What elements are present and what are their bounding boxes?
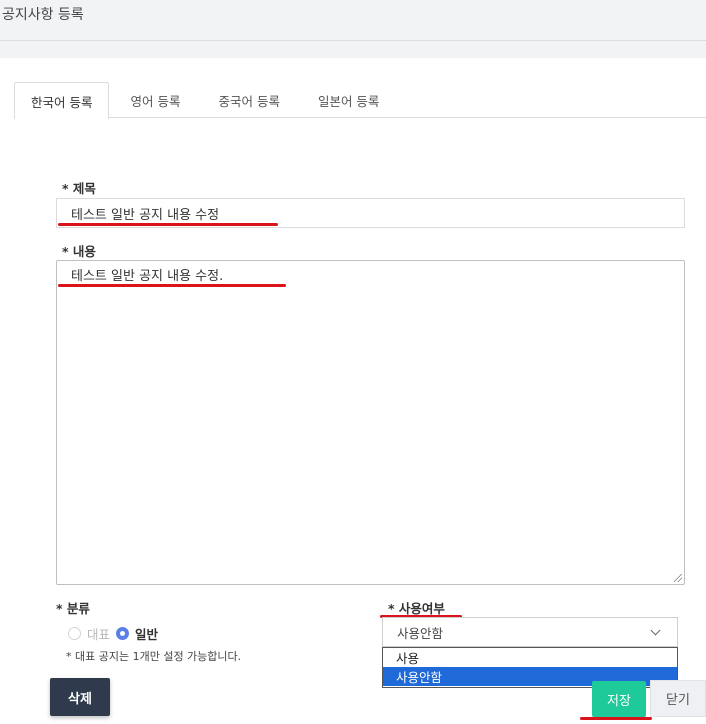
usage-select[interactable]: 사용안함 (382, 617, 678, 647)
chevron-down-icon (650, 625, 661, 635)
annotation-underline-content (58, 284, 286, 287)
radio-general-label: 일반 (135, 627, 159, 642)
tab-korean[interactable]: 한국어 등록 (14, 82, 110, 119)
tab-japanese[interactable]: 일본어 등록 (301, 82, 396, 118)
save-button[interactable]: 저장 (592, 681, 646, 717)
radio-general[interactable] (116, 627, 130, 640)
delete-button[interactable]: 삭제 (50, 678, 110, 716)
title-label: * 제목 (62, 181, 96, 196)
category-hint: * 대표 공지는 1개만 설정 가능합니다. (66, 650, 242, 663)
usage-option-use[interactable]: 사용 (383, 648, 677, 667)
content-textarea[interactable]: 테스트 일반 공지 내용 수정. (56, 260, 685, 585)
language-tabs: 한국어 등록 영어 등록 중국어 등록 일본어 등록 (14, 82, 706, 119)
radio-representative[interactable] (68, 627, 81, 640)
category-label: * 분류 (56, 601, 90, 616)
content-label: * 내용 (62, 244, 96, 259)
content-text: 테스트 일반 공지 내용 수정. (71, 269, 224, 284)
close-button[interactable]: 닫기 (650, 680, 706, 717)
page-title: 공지사항 등록 (2, 7, 84, 23)
category-radio-group: 대표 일반 (68, 624, 164, 643)
radio-representative-label: 대표 (87, 627, 111, 642)
tab-english[interactable]: 영어 등록 (113, 82, 197, 118)
resize-grip-icon[interactable] (674, 574, 682, 582)
title-divider (0, 40, 706, 41)
annotation-underline-save (580, 717, 652, 720)
tab-chinese[interactable]: 중국어 등록 (201, 82, 296, 118)
annotation-underline-title (58, 223, 278, 226)
usage-select-value: 사용안함 (397, 625, 444, 641)
